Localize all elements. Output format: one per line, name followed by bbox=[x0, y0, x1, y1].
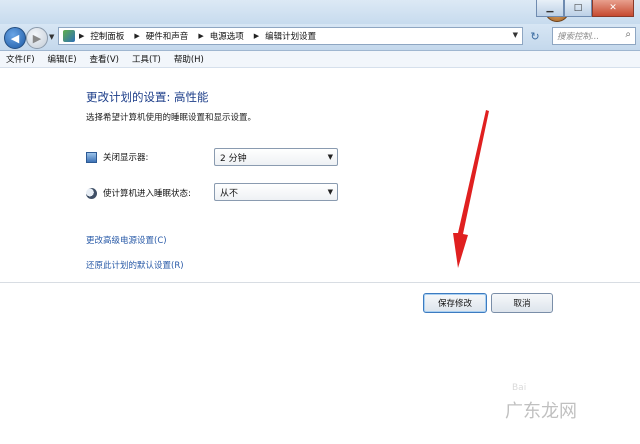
history-dropdown-icon[interactable]: ▼ bbox=[49, 33, 54, 41]
main-content: 更改计划的设置: 高性能 选择希望计算机使用的睡眠设置和显示设置。 关闭显示器:… bbox=[0, 69, 640, 444]
chevron-right-icon: ▶ bbox=[79, 32, 85, 40]
navigation-bar: ◀ ▶ ▼ ▶ 控制面板 ▶ 硬件和声音 ▶ 电源选项 ▶ 编辑计划设置 ▼ ↻ 搜索控… bbox=[0, 24, 640, 51]
divider bbox=[0, 282, 640, 283]
window-controls: ▁ □ ✕ bbox=[536, 0, 634, 17]
moon-icon bbox=[86, 187, 97, 199]
red-arrow-annotation bbox=[453, 110, 489, 268]
watermark-faint: Bai bbox=[512, 383, 527, 393]
chevron-down-icon: ▼ bbox=[327, 153, 333, 161]
menu-edit[interactable]: 编辑(E) bbox=[48, 53, 77, 65]
breadcrumb-edit-plan[interactable]: 编辑计划设置 bbox=[265, 30, 316, 42]
menu-bar: 文件(F) 编辑(E) 查看(V) 工具(T) 帮助(H) bbox=[0, 51, 640, 68]
back-arrow-icon: ◀ bbox=[10, 31, 20, 45]
close-button[interactable]: ✕ bbox=[592, 0, 634, 17]
refresh-button[interactable]: ↻ bbox=[527, 28, 543, 44]
breadcrumb[interactable]: ▶ 硬件和声音 bbox=[134, 30, 188, 42]
breadcrumb-power-options[interactable]: 电源选项 bbox=[210, 30, 244, 42]
sleep-label: 使计算机进入睡眠状态: bbox=[103, 189, 191, 199]
title-bar: ▁ □ ✕ bbox=[0, 0, 640, 24]
search-input[interactable]: 搜索控制... ⌕ bbox=[552, 27, 636, 45]
breadcrumb[interactable]: ▶ 编辑计划设置 bbox=[254, 30, 316, 42]
save-button[interactable]: 保存修改 bbox=[423, 293, 487, 313]
sleep-value: 从不 bbox=[220, 188, 239, 199]
sleep-select[interactable]: 从不 ▼ bbox=[214, 183, 338, 201]
breadcrumb-control-panel[interactable]: 控制面板 bbox=[90, 30, 124, 42]
breadcrumb[interactable]: ▶ 电源选项 bbox=[198, 30, 243, 42]
address-dropdown-icon[interactable]: ▼ bbox=[513, 31, 518, 39]
menu-view[interactable]: 查看(V) bbox=[90, 53, 119, 65]
monitor-icon bbox=[86, 151, 97, 163]
search-placeholder: 搜索控制... bbox=[557, 32, 600, 42]
refresh-icon: ↻ bbox=[530, 29, 540, 43]
maximize-button[interactable]: □ bbox=[564, 0, 592, 17]
forward-button[interactable]: ▶ bbox=[26, 27, 48, 49]
arrow-icon bbox=[453, 110, 489, 268]
watermark-text: 广东龙网 bbox=[505, 401, 577, 422]
address-bar[interactable]: ▶ 控制面板 ▶ 硬件和声音 ▶ 电源选项 ▶ 编辑计划设置 ▼ bbox=[58, 27, 523, 45]
menu-tools[interactable]: 工具(T) bbox=[132, 53, 161, 65]
page-title: 更改计划的设置: 高性能 bbox=[86, 90, 209, 104]
menu-help[interactable]: 帮助(H) bbox=[174, 53, 204, 65]
chevron-right-icon: ▶ bbox=[253, 32, 260, 40]
advanced-power-settings-link[interactable]: 更改高级电源设置(C) bbox=[86, 234, 167, 246]
menu-file[interactable]: 文件(F) bbox=[6, 53, 35, 65]
sleep-row: 使计算机进入睡眠状态: bbox=[86, 187, 191, 199]
back-button[interactable]: ◀ bbox=[4, 27, 26, 49]
cancel-button[interactable]: 取消 bbox=[491, 293, 553, 313]
chevron-right-icon: ▶ bbox=[134, 32, 140, 40]
search-icon[interactable]: ⌕ bbox=[625, 29, 631, 40]
breadcrumb[interactable]: ▶ 控制面板 bbox=[79, 30, 124, 42]
forward-arrow-icon: ▶ bbox=[32, 31, 42, 45]
restore-defaults-link[interactable]: 还原此计划的默认设置(R) bbox=[86, 259, 184, 271]
control-panel-icon bbox=[63, 30, 75, 42]
display-off-label: 关闭显示器: bbox=[103, 153, 149, 163]
chevron-down-icon: ▼ bbox=[327, 188, 333, 196]
breadcrumb-hardware-sound[interactable]: 硬件和声音 bbox=[146, 30, 189, 42]
chevron-right-icon: ▶ bbox=[198, 32, 204, 40]
display-off-row: 关闭显示器: bbox=[86, 151, 148, 163]
minimize-button[interactable]: ▁ bbox=[536, 0, 564, 17]
display-off-select[interactable]: 2 分钟 ▼ bbox=[214, 148, 338, 166]
display-off-value: 2 分钟 bbox=[220, 153, 247, 164]
page-subtitle: 选择希望计算机使用的睡眠设置和显示设置。 bbox=[86, 113, 257, 123]
